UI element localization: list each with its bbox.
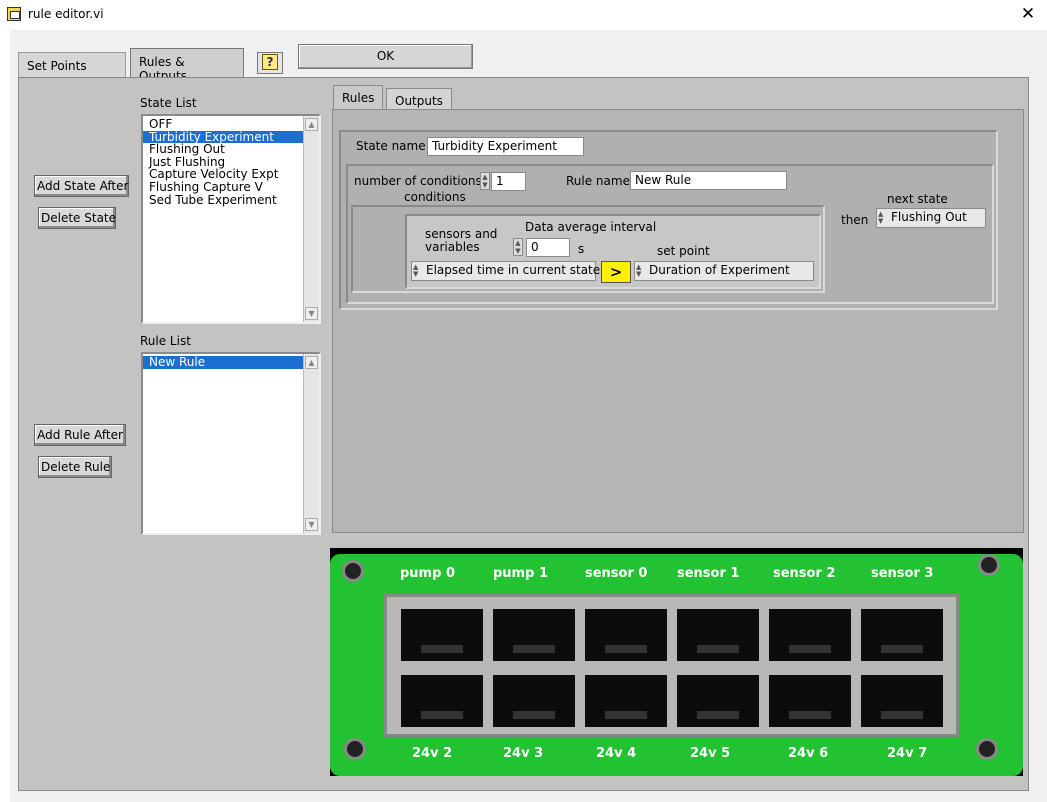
- set-point-label: set point: [657, 244, 710, 258]
- state-list-label: State List: [140, 96, 197, 110]
- state-list-item[interactable]: Flushing Capture V: [143, 181, 303, 194]
- data-average-field[interactable]: 0: [526, 238, 570, 257]
- rj-jack-icon: [861, 675, 943, 727]
- num-conditions-field[interactable]: 1: [491, 172, 526, 191]
- data-average-unit: s: [578, 242, 585, 256]
- rule-list-label: Rule List: [140, 334, 191, 348]
- rj-jack-icon: [769, 675, 851, 727]
- then-label: then: [841, 213, 869, 227]
- rj-jack-icon: [677, 675, 759, 727]
- data-average-stepper-icon[interactable]: ▲ ▼: [513, 238, 523, 256]
- port-label-bottom: 24v 3: [503, 746, 544, 761]
- scroll-down-icon[interactable]: ▼: [305, 518, 318, 531]
- state-list-item[interactable]: OFF: [143, 118, 303, 131]
- sensors-label-1: sensors and: [425, 227, 498, 241]
- screw-icon: [976, 738, 998, 760]
- rj-jack-icon: [401, 609, 483, 661]
- sensors-label-2: variables: [425, 240, 480, 254]
- hardware-board-photo: pump 0 pump 1 sensor 0 sensor 1 sensor 2 sens…: [330, 548, 1023, 776]
- rule-list[interactable]: New Rule ▲ ▼: [141, 352, 321, 535]
- rule-name-field[interactable]: New Rule: [630, 171, 787, 190]
- rule-name-label: Rule name: [566, 174, 630, 188]
- port-label-top: pump 1: [493, 566, 548, 581]
- port-label-bottom: 24v 7: [887, 746, 928, 761]
- port-label-top: sensor 0: [585, 566, 648, 581]
- next-state-ring-arrows-icon: ▲ ▼: [878, 210, 884, 225]
- port-label-bottom: 24v 2: [412, 746, 453, 761]
- state-list-item[interactable]: Sed Tube Experiment: [143, 193, 303, 207]
- ok-button[interactable]: OK: [298, 44, 473, 69]
- rj-jack-icon: [493, 609, 575, 661]
- state-list-item[interactable]: Flushing Out: [143, 143, 303, 156]
- scroll-up-icon[interactable]: ▲: [305, 118, 318, 131]
- state-list-items: OFF Turbidity Experiment Flushing Out Just …: [143, 116, 319, 206]
- tab-rules[interactable]: Rules: [333, 85, 384, 110]
- help-button[interactable]: ?: [257, 52, 283, 74]
- tab-set-points[interactable]: Set Points: [18, 52, 126, 77]
- state-list-scrollbar[interactable]: ▲ ▼: [303, 116, 319, 322]
- screw-icon: [978, 554, 1000, 576]
- port-label-top: sensor 1: [677, 566, 740, 581]
- rule-list-scrollbar[interactable]: ▲ ▼: [303, 354, 319, 533]
- rj-jack-icon: [493, 675, 575, 727]
- close-button[interactable]: ✕: [1017, 3, 1039, 25]
- labview-vi-icon: [7, 7, 21, 21]
- rj-jack-icon: [585, 675, 667, 727]
- sensor-ring-arrows-icon: ▲ ▼: [413, 263, 419, 278]
- set-point-ring-arrows-icon: ▲ ▼: [636, 263, 642, 278]
- num-conditions-label: number of conditions: [354, 174, 482, 188]
- tab-rules-outputs[interactable]: Rules & Outputs: [130, 48, 244, 83]
- state-name-field[interactable]: Turbidity Experiment: [427, 137, 584, 156]
- num-conditions-stepper-icon[interactable]: ▲ ▼: [480, 172, 490, 190]
- state-list[interactable]: OFF Turbidity Experiment Flushing Out Just …: [141, 114, 321, 324]
- comparator-selector[interactable]: >: [601, 261, 631, 283]
- port-label-bottom: 24v 4: [596, 746, 637, 761]
- port-label-bottom: 24v 6: [788, 746, 829, 761]
- state-name-label: State name: [356, 139, 426, 153]
- conditions-label: conditions: [404, 190, 466, 204]
- tab-outputs[interactable]: Outputs: [386, 88, 452, 110]
- rj-port-block: [384, 594, 959, 737]
- next-state-selector[interactable]: Flushing Out: [876, 208, 986, 228]
- add-state-after-button[interactable]: Add State After: [34, 175, 129, 197]
- screw-icon: [342, 560, 364, 582]
- help-icon: ?: [262, 54, 278, 70]
- rj-jack-icon: [769, 609, 851, 661]
- screw-icon: [344, 738, 366, 760]
- port-label-top: sensor 2: [773, 566, 836, 581]
- rj-jack-icon: [585, 609, 667, 661]
- add-rule-after-button[interactable]: Add Rule After: [34, 424, 126, 446]
- rj-jack-icon: [401, 675, 483, 727]
- port-label-bottom: 24v 5: [690, 746, 731, 761]
- set-point-selector[interactable]: Duration of Experiment: [634, 261, 814, 281]
- rj-jack-icon: [861, 609, 943, 661]
- port-label-top: sensor 3: [871, 566, 934, 581]
- rule-list-item[interactable]: New Rule: [143, 356, 303, 369]
- delete-state-button[interactable]: Delete State: [38, 207, 116, 229]
- rule-list-items: New Rule: [143, 354, 319, 369]
- window-title: rule editor.vi: [28, 7, 104, 21]
- rj-jack-icon: [677, 609, 759, 661]
- delete-rule-button[interactable]: Delete Rule: [38, 456, 112, 478]
- port-label-top: pump 0: [400, 566, 455, 581]
- title-bar: rule editor.vi ✕: [0, 0, 1047, 30]
- pcb-board: pump 0 pump 1 sensor 0 sensor 1 sensor 2 sens…: [330, 554, 1023, 776]
- scroll-up-icon[interactable]: ▲: [305, 356, 318, 369]
- sensor-selector[interactable]: Elapsed time in current state: [411, 261, 600, 281]
- data-average-interval-label: Data average interval: [525, 220, 657, 234]
- scroll-down-icon[interactable]: ▼: [305, 307, 318, 320]
- next-state-label: next state: [887, 192, 948, 206]
